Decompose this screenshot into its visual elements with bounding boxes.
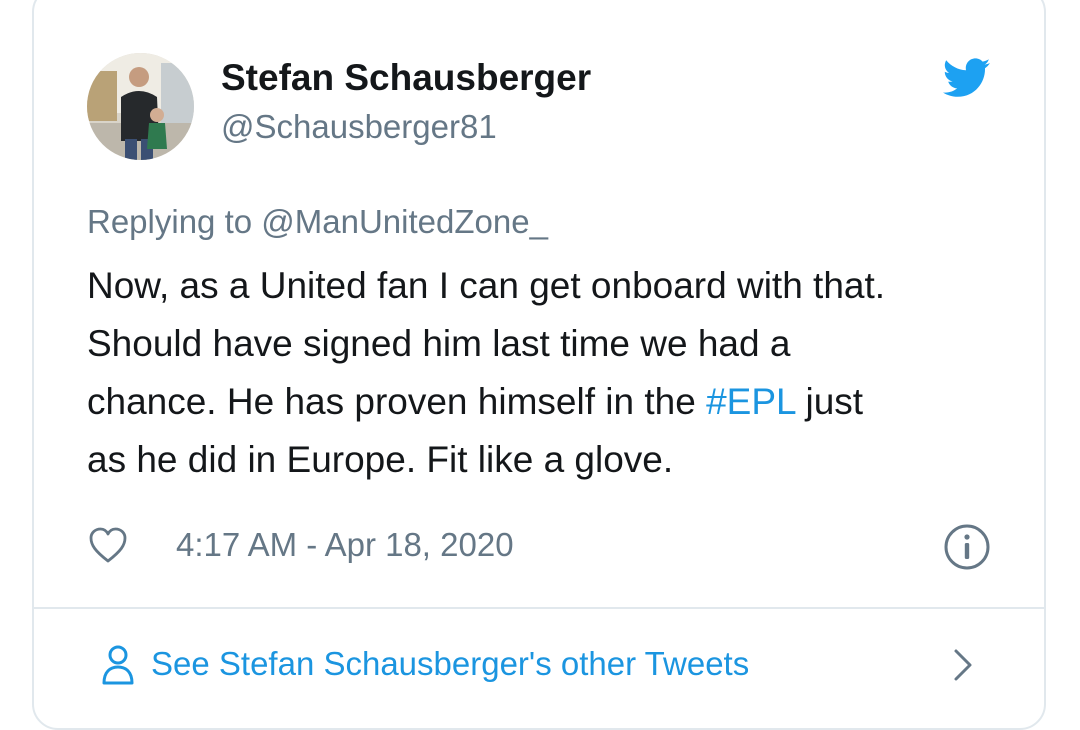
replying-to[interactable]: Replying to @ManUnitedZone_	[87, 200, 548, 244]
tweet-timestamp[interactable]: 4:17 AM - Apr 18, 2020	[176, 524, 514, 566]
author-name[interactable]: Stefan Schausberger	[221, 56, 591, 100]
tweet-text-line: as he did in Europe. Fit like a glove.	[87, 439, 674, 480]
hashtag-link[interactable]: #EPL	[706, 381, 795, 422]
divider	[32, 607, 1046, 609]
info-icon[interactable]	[943, 523, 991, 571]
heart-icon[interactable]	[88, 526, 128, 564]
author-handle[interactable]: @Schausberger81	[221, 106, 497, 148]
avatar[interactable]	[87, 53, 194, 160]
chevron-right-icon[interactable]	[950, 646, 976, 684]
tweet-text-line: chance. He has proven himself in the #EP…	[87, 381, 864, 422]
tweet-text-line: Now, as a United fan I can get onboard w…	[87, 265, 886, 306]
tweet-text: Now, as a United fan I can get onboard w…	[87, 257, 1017, 489]
see-other-tweets-link[interactable]: See Stefan Schausberger's other Tweets	[151, 642, 749, 686]
user-icon	[101, 644, 135, 686]
twitter-bird-icon[interactable]	[942, 58, 991, 100]
tweet-text-line: Should have signed him last time we had …	[87, 323, 791, 364]
